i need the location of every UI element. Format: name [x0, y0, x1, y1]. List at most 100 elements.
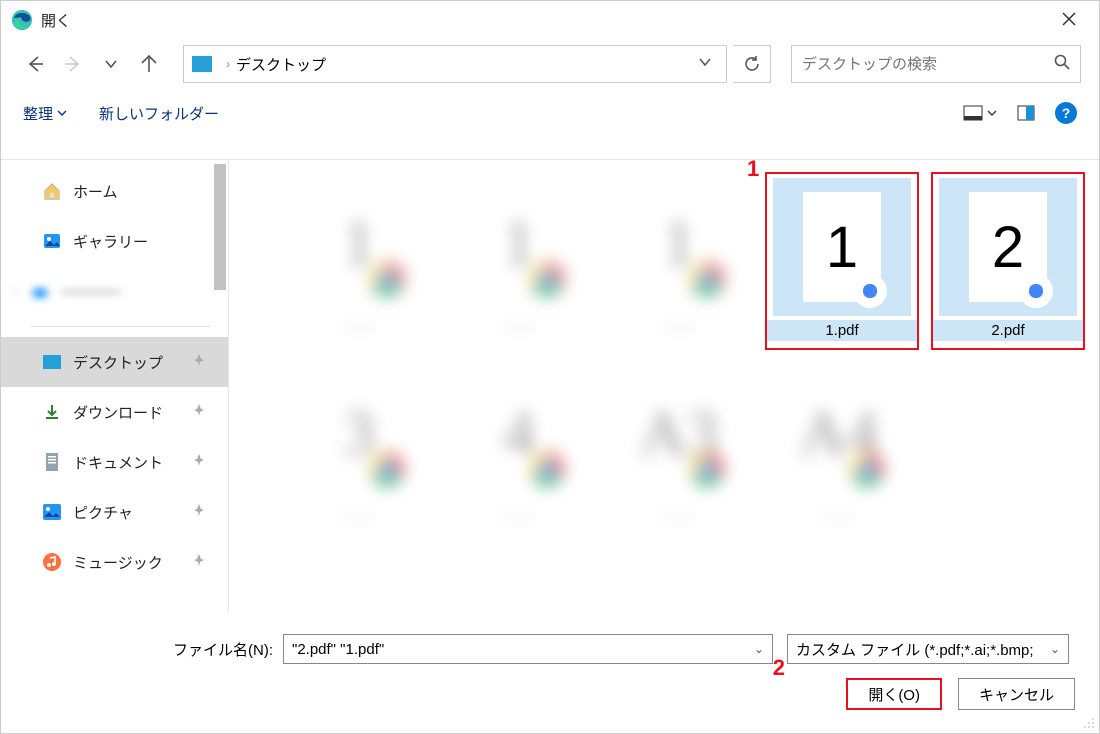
- search-icon[interactable]: [1054, 54, 1070, 75]
- command-bar: 整理 新しいフォルダー ?: [1, 89, 1099, 137]
- breadcrumb-location[interactable]: デスクトップ: [236, 54, 326, 75]
- file-item-1pdf[interactable]: 1 1.pdf: [765, 172, 919, 350]
- view-mode-button[interactable]: [963, 105, 997, 121]
- arrow-up-icon: [140, 55, 158, 73]
- view-icon: [963, 105, 983, 121]
- blurred-thumb: 4——: [449, 380, 589, 540]
- chevron-down-icon: [987, 108, 997, 118]
- sidebar-item-documents[interactable]: ドキュメント: [1, 437, 228, 487]
- chevron-down-icon: [57, 108, 67, 118]
- blurred-thumb: 3——: [289, 380, 429, 540]
- chevron-down-icon[interactable]: ⌄: [1050, 642, 1060, 656]
- nav-toolbar: › デスクトップ: [1, 39, 1099, 89]
- chrome-icon: [1019, 274, 1053, 308]
- refresh-icon: [743, 55, 761, 73]
- annotation-1: 1: [747, 156, 759, 182]
- resize-grip-icon[interactable]: [1083, 717, 1095, 729]
- refresh-button[interactable]: [733, 45, 771, 83]
- blurred-thumb: 1——: [609, 190, 749, 350]
- blurred-thumb: 1——: [289, 190, 429, 350]
- chevron-down-icon: [104, 57, 118, 71]
- annotation-2: 2: [773, 655, 785, 681]
- sidebar-item-music[interactable]: ミュージック: [1, 537, 228, 587]
- file-list-view[interactable]: 1—— 1—— 1—— 3—— 4—— A3—— A4—— 1 1 1.pdf …: [229, 160, 1099, 611]
- sidebar-item-label: ドキュメント: [73, 452, 163, 473]
- main-area: ホーム ギャラリー › ———— デスクトップ ダウンロード ドキュメント: [1, 159, 1099, 611]
- folder-icon: [192, 56, 212, 72]
- sidebar-item-label: ホーム: [73, 181, 118, 202]
- window-title: 開く: [41, 10, 71, 31]
- close-icon: [1061, 11, 1077, 27]
- filename-row: ファイル名(N): "2.pdf" "1.pdf" ⌄ カスタム ファイル (*…: [19, 629, 1081, 669]
- new-folder-label: 新しいフォルダー: [99, 103, 219, 124]
- recent-dropdown[interactable]: [95, 48, 127, 80]
- edge-icon: [11, 9, 33, 31]
- sidebar-item-label: デスクトップ: [73, 352, 163, 373]
- gallery-icon: [41, 230, 63, 252]
- filetype-value: カスタム ファイル (*.pdf;*.ai;*.bmp;: [796, 639, 1034, 660]
- new-folder-button[interactable]: 新しいフォルダー: [99, 103, 219, 124]
- music-icon: [41, 551, 63, 573]
- navigation-pane: ホーム ギャラリー › ———— デスクトップ ダウンロード ドキュメント: [1, 160, 229, 611]
- chrome-icon: [853, 274, 887, 308]
- sidebar-item-cloud[interactable]: › ————: [1, 266, 228, 316]
- address-bar[interactable]: › デスクトップ: [183, 45, 727, 83]
- close-button[interactable]: [1049, 3, 1089, 37]
- filename-combobox[interactable]: "2.pdf" "1.pdf" ⌄: [283, 634, 773, 664]
- file-item-2pdf[interactable]: 2 2.pdf: [931, 172, 1085, 350]
- pin-icon: [192, 553, 206, 571]
- organize-label: 整理: [23, 103, 53, 124]
- sidebar-item-label: ————: [61, 283, 121, 300]
- file-preview-glyph: 2: [992, 214, 1024, 281]
- open-button[interactable]: 開く(O): [846, 678, 942, 710]
- sidebar-item-label: ミュージック: [73, 552, 163, 573]
- file-thumbnail: 1: [773, 178, 911, 316]
- preview-icon: [1017, 105, 1035, 121]
- back-button[interactable]: [19, 48, 51, 80]
- blurred-thumb: A4——: [769, 380, 909, 540]
- cloud-icon: [29, 280, 51, 302]
- organize-button[interactable]: 整理: [23, 103, 67, 124]
- help-button[interactable]: ?: [1055, 102, 1077, 124]
- breadcrumb-separator: ›: [226, 57, 230, 71]
- sidebar-divider: [31, 326, 210, 327]
- filetype-combobox[interactable]: カスタム ファイル (*.pdf;*.ai;*.bmp; ⌄: [787, 634, 1069, 664]
- sidebar-item-label: ピクチャ: [73, 502, 133, 523]
- titlebar: 開く: [1, 1, 1099, 39]
- filename-label: ファイル名(N):: [19, 639, 283, 660]
- document-icon: [41, 451, 63, 473]
- desktop-icon: [41, 351, 63, 373]
- sidebar-item-gallery[interactable]: ギャラリー: [1, 216, 228, 266]
- pictures-icon: [41, 501, 63, 523]
- arrow-left-icon: [26, 55, 44, 73]
- cancel-button[interactable]: キャンセル: [958, 678, 1075, 710]
- pin-icon: [192, 403, 206, 421]
- preview-pane-button[interactable]: [1017, 105, 1035, 121]
- sidebar-item-home[interactable]: ホーム: [1, 166, 228, 216]
- filename-value: "2.pdf" "1.pdf": [292, 641, 384, 658]
- chevron-down-icon: [698, 55, 712, 69]
- pin-icon: [192, 353, 206, 371]
- sidebar-item-label: ダウンロード: [73, 402, 163, 423]
- blurred-thumb: 1——: [449, 190, 589, 350]
- pin-icon: [192, 503, 206, 521]
- cancel-button-label: キャンセル: [979, 684, 1054, 705]
- sidebar-item-downloads[interactable]: ダウンロード: [1, 387, 228, 437]
- chevron-down-icon[interactable]: ⌄: [754, 642, 764, 656]
- search-box[interactable]: [791, 45, 1081, 83]
- sidebar-item-desktop[interactable]: デスクトップ: [1, 337, 228, 387]
- search-input[interactable]: [802, 56, 1054, 73]
- pin-icon: [192, 453, 206, 471]
- bottom-panel: ファイル名(N): "2.pdf" "1.pdf" ⌄ カスタム ファイル (*…: [1, 621, 1099, 733]
- blurred-thumb: A3——: [609, 380, 749, 540]
- open-button-label: 開く(O): [868, 684, 920, 705]
- sidebar-item-pictures[interactable]: ピクチャ: [1, 487, 228, 537]
- up-button[interactable]: [133, 48, 165, 80]
- address-dropdown[interactable]: [692, 55, 718, 74]
- arrow-right-icon: [64, 55, 82, 73]
- forward-button[interactable]: [57, 48, 89, 80]
- file-preview-glyph: 1: [826, 214, 858, 281]
- file-thumbnail: 2: [939, 178, 1077, 316]
- button-row: 2 開く(O) キャンセル: [19, 669, 1081, 719]
- file-name-label: 2.pdf: [933, 320, 1083, 341]
